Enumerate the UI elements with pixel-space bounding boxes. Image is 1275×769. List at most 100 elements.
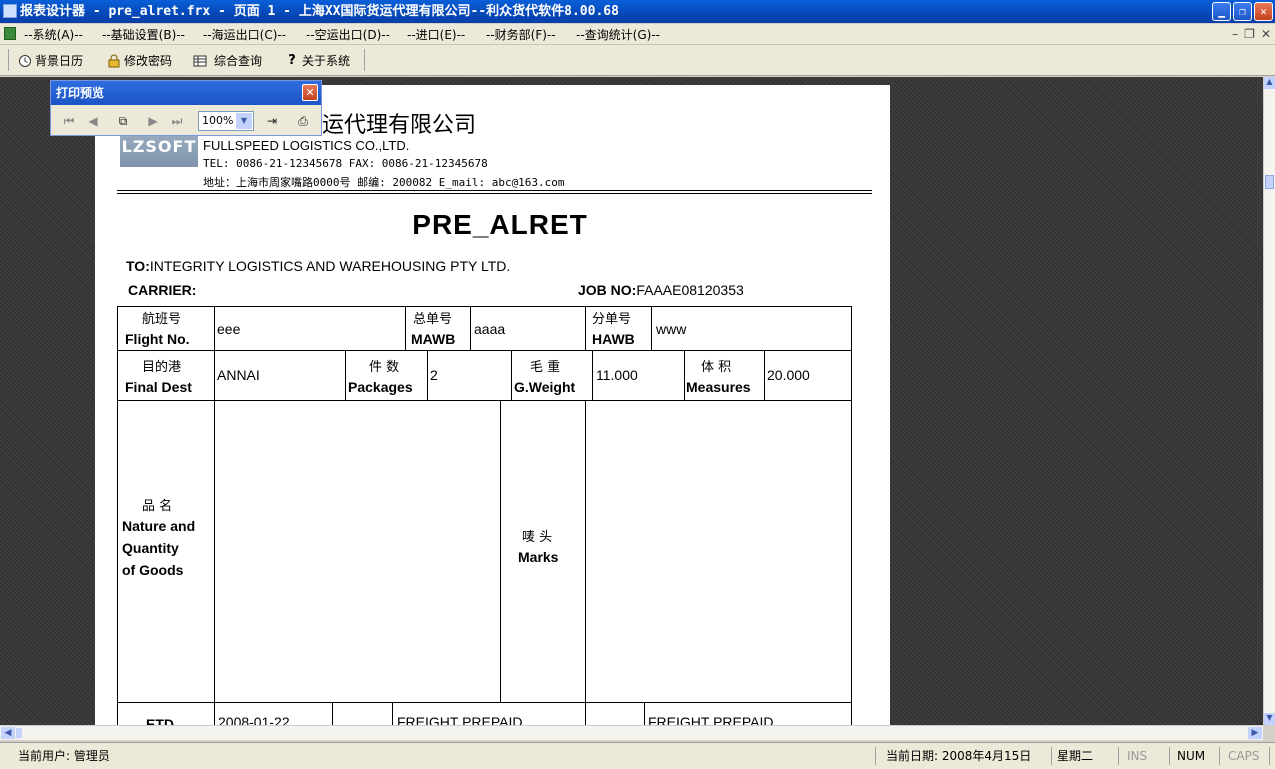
goto-page-icon[interactable]: ⇥ [263, 112, 281, 130]
window-controls: ▁ ❐ ✕ [1212, 2, 1273, 21]
flight-value: eee [217, 321, 241, 337]
general-query-label: 综合查询 [214, 54, 263, 68]
table-col-divider [500, 400, 501, 702]
print-preview-toolbar[interactable]: 打印预览 ✕ ⏮ ◀ ⧉ ▶ ⏭ 100% ▼ ⇥ ⎙ [50, 80, 322, 136]
mawb-label-en: MAWB [411, 331, 456, 347]
menu-basic-settings[interactable]: --基础设置(B)-- [102, 26, 185, 43]
mdi-restore-icon[interactable]: ❐ [1244, 27, 1255, 41]
table-col-divider [511, 350, 512, 400]
etd-label: ETD [146, 716, 174, 725]
close-button[interactable]: ✕ [1254, 2, 1273, 21]
copy-page-icon[interactable]: ⧉ [114, 112, 132, 130]
status-num: NUM [1173, 747, 1220, 765]
scroll-up-icon[interactable]: ▲ [1264, 77, 1275, 89]
lock-icon [108, 54, 120, 67]
document-icon[interactable] [4, 27, 16, 40]
general-query-button[interactable]: 综合查询 [193, 52, 262, 69]
change-password-button[interactable]: 修改密码 [107, 52, 172, 69]
toolbar-separator [364, 49, 365, 71]
table-col-divider [427, 350, 428, 400]
menu-import[interactable]: --进口(E)-- [407, 26, 465, 43]
toolbar: 背景日历 修改密码 综合查询 ? 关于系统 [0, 45, 1275, 76]
menu-system[interactable]: --系统(A)-- [24, 26, 83, 43]
packages-value: 2 [430, 367, 438, 383]
table-col-divider [644, 702, 645, 725]
goods-label-cn: 品 名 [142, 499, 173, 514]
dest-label-cn: 目的港 [142, 360, 182, 375]
status-current-user: 当前用户: 管理员 [14, 747, 876, 765]
table-row-divider [117, 350, 852, 351]
header-divider [117, 190, 872, 191]
mdi-controls: – ❐ ✕ [1232, 27, 1271, 41]
table-icon [193, 55, 207, 66]
job-value: FAAAE08120353 [636, 282, 744, 298]
goods-label-en: Quantity [122, 540, 179, 556]
company-name-cn: 货运代理有限公司 [300, 113, 477, 138]
zoom-value: 100% [202, 114, 234, 127]
to-line: TO:INTEGRITY LOGISTICS AND WAREHOUSING P… [126, 258, 510, 274]
next-page-icon[interactable]: ▶ [144, 112, 162, 130]
help-icon: ? [288, 52, 296, 68]
scroll-thumb[interactable] [16, 728, 22, 738]
status-weekday: 星期二 [1053, 747, 1119, 765]
freight-terms: FREIGHT PREPAID [648, 714, 774, 725]
hawb-label-cn: 分单号 [592, 312, 632, 327]
scroll-left-icon[interactable]: ◀ [1, 727, 15, 739]
report-title: PRE_ALRET [412, 209, 588, 240]
table-col-divider [651, 306, 652, 350]
table-row-divider [117, 400, 852, 401]
table-col-divider [592, 350, 593, 400]
last-page-icon[interactable]: ⏭ [168, 112, 186, 130]
vertical-scrollbar[interactable]: ▲ ▼ [1263, 77, 1275, 725]
scroll-right-icon[interactable]: ▶ [1248, 727, 1262, 739]
measures-value: 20.000 [767, 367, 810, 383]
job-label: JOB NO: [578, 282, 637, 298]
toolbar-grip [8, 49, 9, 71]
menu-query-stats[interactable]: --查询统计(G)-- [576, 26, 660, 43]
status-ins: INS [1123, 747, 1170, 765]
dest-value: ANNAI [217, 367, 260, 383]
flight-label-cn: 航班号 [142, 312, 182, 327]
table-col-divider [684, 350, 685, 400]
marks-label-cn: 唛 头 [522, 530, 553, 545]
measures-label-cn: 体 积 [701, 360, 732, 375]
print-preview-close-button[interactable]: ✕ [302, 84, 318, 101]
zoom-select[interactable]: 100% ▼ [198, 111, 254, 131]
scroll-down-icon[interactable]: ▼ [1264, 713, 1275, 725]
report-page: LZSOFT 货运代理有限公司 FULLSPEED LOGISTICS CO.,… [95, 85, 890, 725]
first-page-icon[interactable]: ⏮ [60, 112, 78, 130]
menu-finance[interactable]: --财务部(F)-- [486, 26, 556, 43]
print-preview-title[interactable]: 打印预览 [51, 81, 321, 105]
status-current-date: 当前日期: 2008年4月15日 [882, 747, 1052, 765]
table-col-divider [405, 306, 406, 350]
table-col-divider [345, 350, 346, 400]
prev-page-icon[interactable]: ◀ [84, 112, 102, 130]
mawb-value: aaaa [474, 321, 506, 337]
horizontal-scrollbar[interactable]: ◀ ▶ [0, 725, 1263, 740]
minimize-button[interactable]: ▁ [1212, 2, 1231, 21]
job-no: JOB NO:FAAAE08120353 [578, 282, 744, 298]
calendar-label: 背景日历 [35, 54, 84, 68]
status-caps: CAPS [1224, 747, 1270, 765]
clock-icon [19, 54, 31, 67]
measures-label-en: Measures [686, 379, 751, 395]
packages-label-en: Packages [348, 379, 413, 395]
company-name-en: FULLSPEED LOGISTICS CO.,LTD. [203, 138, 410, 153]
mdi-minimize-icon[interactable]: – [1232, 27, 1238, 41]
about-button[interactable]: ? 关于系统 [285, 52, 350, 69]
table-col-divider [470, 306, 471, 350]
scroll-thumb[interactable] [1265, 175, 1274, 189]
restore-button[interactable]: ❐ [1233, 2, 1252, 21]
print-icon[interactable]: ⎙ [294, 112, 312, 130]
table-col-divider [392, 702, 393, 725]
weight-value: 11.000 [596, 367, 638, 383]
weight-label-cn: 毛 重 [530, 360, 561, 375]
calendar-button[interactable]: 背景日历 [18, 52, 83, 69]
menu-air-export[interactable]: --空运出口(D)-- [306, 26, 390, 43]
company-tel-fax: TEL: 0086-21-12345678 FAX: 0086-21-12345… [203, 157, 488, 170]
mdi-close-icon[interactable]: ✕ [1261, 27, 1271, 41]
menu-sea-export[interactable]: --海运出口(C)-- [203, 26, 286, 43]
freight-terms: FREIGHT PREPAID [397, 714, 523, 725]
about-label: 关于系统 [302, 54, 351, 68]
chevron-down-icon[interactable]: ▼ [236, 113, 252, 129]
